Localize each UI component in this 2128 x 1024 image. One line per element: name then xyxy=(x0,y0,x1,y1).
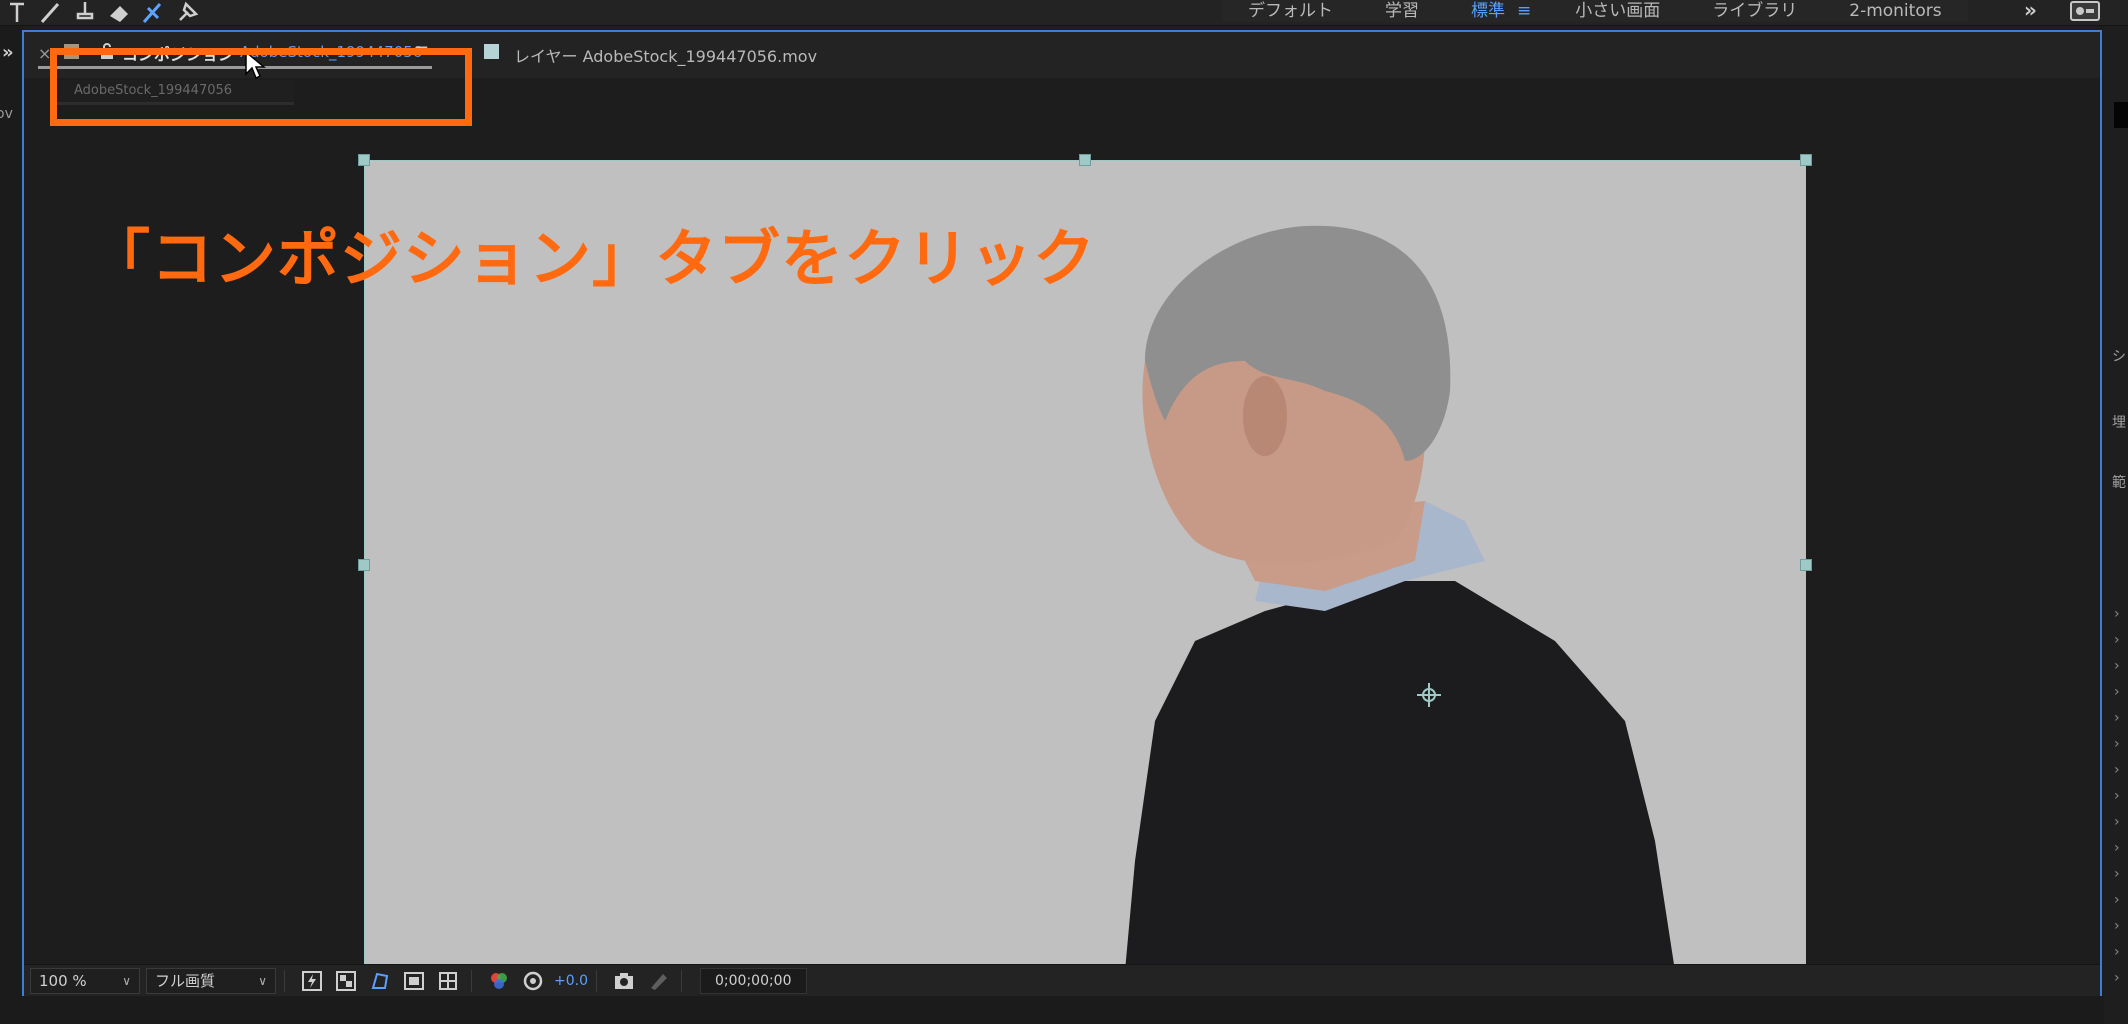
status-strip xyxy=(0,996,2104,1024)
chevron-right-icon[interactable]: › xyxy=(2114,632,2120,648)
chevron-right-icon[interactable]: › xyxy=(2114,970,2120,986)
workspace-bar: デフォルト 学習 標準 ≡ 小さい画面 ライブラリ 2-monitors » xyxy=(0,0,2128,26)
brush-tool-icon[interactable] xyxy=(34,0,68,26)
toolbar-divider xyxy=(471,969,472,992)
show-snapshot-icon[interactable] xyxy=(643,968,673,994)
chevron-right-icon[interactable]: › xyxy=(2114,840,2120,856)
chevron-right-icon[interactable]: › xyxy=(2114,944,2120,960)
chevron-down-icon: ∨ xyxy=(122,973,131,988)
tab-highlight-box xyxy=(50,48,472,126)
toolbar-divider xyxy=(596,969,597,992)
chevron-right-icon[interactable]: › xyxy=(2114,866,2120,882)
right-panel-label: 埋 xyxy=(2112,415,2126,431)
toolbar-divider xyxy=(284,969,285,992)
resolution-value: フル画質 xyxy=(155,972,216,990)
transparency-grid-icon[interactable] xyxy=(331,968,361,994)
chevron-right-icon[interactable]: › xyxy=(2114,684,2120,700)
fast-previews-icon[interactable] xyxy=(297,968,327,994)
clone-stamp-tool-icon[interactable] xyxy=(68,0,102,26)
chevron-right-icon[interactable]: › xyxy=(2114,606,2120,622)
reset-exposure-icon[interactable] xyxy=(518,968,548,994)
panel-layout-icon[interactable] xyxy=(2070,1,2100,21)
roto-brush-tool-icon[interactable] xyxy=(136,0,170,26)
chevron-right-icon[interactable]: › xyxy=(2114,788,2120,804)
instruction-annotation: 「コンポジション」タブをクリック xyxy=(88,222,1097,295)
transform-handle[interactable] xyxy=(358,559,370,571)
workspace-menu-icon[interactable]: ≡ xyxy=(1517,1,1531,21)
chevron-right-icon[interactable]: › xyxy=(2114,762,2120,778)
workspace-small-screen[interactable]: 小さい画面 xyxy=(1549,0,1686,22)
region-of-interest-icon[interactable] xyxy=(399,968,429,994)
tools-toolbar xyxy=(0,0,204,26)
zoom-dropdown[interactable]: 100 % ∨ xyxy=(30,967,140,994)
toolbar-divider xyxy=(681,969,682,992)
transform-handle[interactable] xyxy=(1800,559,1812,571)
right-panel-swatch xyxy=(2114,102,2128,128)
workspace-libraries[interactable]: ライブラリ xyxy=(1686,0,1823,22)
tab-layer[interactable]: レイヤー AdobeStock_199447056.mov xyxy=(514,43,817,67)
expand-panel-icon[interactable]: » xyxy=(2,42,14,63)
anchor-point-icon[interactable] xyxy=(1415,681,1443,709)
workspace-2-monitors[interactable]: 2-monitors xyxy=(1823,0,1967,22)
right-panel-label: シ xyxy=(2112,349,2126,365)
puppet-pin-tool-icon[interactable] xyxy=(170,0,204,26)
right-side-panel: シ 埋 範 › › › › › › › › › › › › › › › xyxy=(2104,26,2128,1024)
chevron-down-icon: ∨ xyxy=(258,973,267,988)
workspace-overflow-icon[interactable]: » xyxy=(2024,0,2037,20)
grid-guides-icon[interactable] xyxy=(433,968,463,994)
mask-path-visibility-icon[interactable] xyxy=(365,968,395,994)
composition-viewer-toolbar: 100 % ∨ フル画質 ∨ +0.0 0;00;00;00 xyxy=(24,964,2100,996)
snapshot-camera-icon[interactable] xyxy=(609,968,639,994)
resolution-dropdown[interactable]: フル画質 ∨ xyxy=(146,967,276,994)
transform-handle[interactable] xyxy=(1079,154,1091,166)
transform-handle[interactable] xyxy=(358,154,370,166)
composition-panel: × コンポジション AdobeStock_199447056 ≡ レイヤー Ad… xyxy=(22,30,2102,996)
chevron-right-icon[interactable]: › xyxy=(2114,736,2120,752)
right-panel-label: 範 xyxy=(2112,475,2126,491)
chevron-right-icon[interactable]: › xyxy=(2114,814,2120,830)
chevron-right-icon[interactable]: › xyxy=(2114,892,2120,908)
type-tool-icon[interactable] xyxy=(0,0,34,26)
transform-handle[interactable] xyxy=(1800,154,1812,166)
chevron-right-icon[interactable]: › xyxy=(2114,918,2120,934)
exposure-value[interactable]: +0.0 xyxy=(554,973,588,989)
workspace-learn[interactable]: 学習 xyxy=(1359,0,1445,22)
collapsed-panel-label: ov xyxy=(0,106,13,122)
chevron-right-icon[interactable]: › xyxy=(2114,658,2120,674)
chevron-right-icon[interactable]: › xyxy=(2114,710,2120,726)
color-channels-icon[interactable] xyxy=(484,968,514,994)
layer-color-swatch xyxy=(484,44,499,59)
eraser-tool-icon[interactable] xyxy=(102,0,136,26)
zoom-value: 100 % xyxy=(39,971,87,990)
current-time-display[interactable]: 0;00;00;00 xyxy=(700,967,807,994)
workspace-switcher: デフォルト 学習 標準 ≡ 小さい画面 ライブラリ 2-monitors xyxy=(1222,0,1968,22)
workspace-default[interactable]: デフォルト xyxy=(1222,0,1359,22)
left-collapsed-panel: » ov xyxy=(0,26,22,1024)
